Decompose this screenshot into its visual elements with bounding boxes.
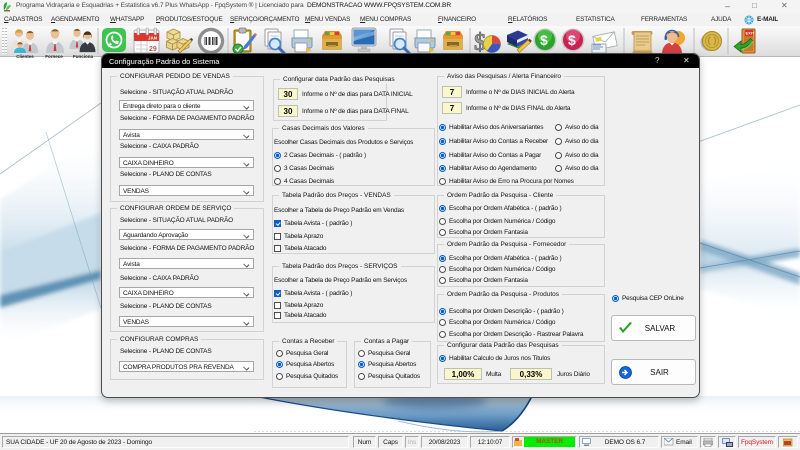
svg-text:JAN: JAN xyxy=(148,36,157,41)
svg-text:EXIT: EXIT xyxy=(746,31,755,36)
svg-text:$: $ xyxy=(540,32,548,48)
svg-text:29: 29 xyxy=(149,46,157,53)
svg-text:$: $ xyxy=(568,32,576,48)
